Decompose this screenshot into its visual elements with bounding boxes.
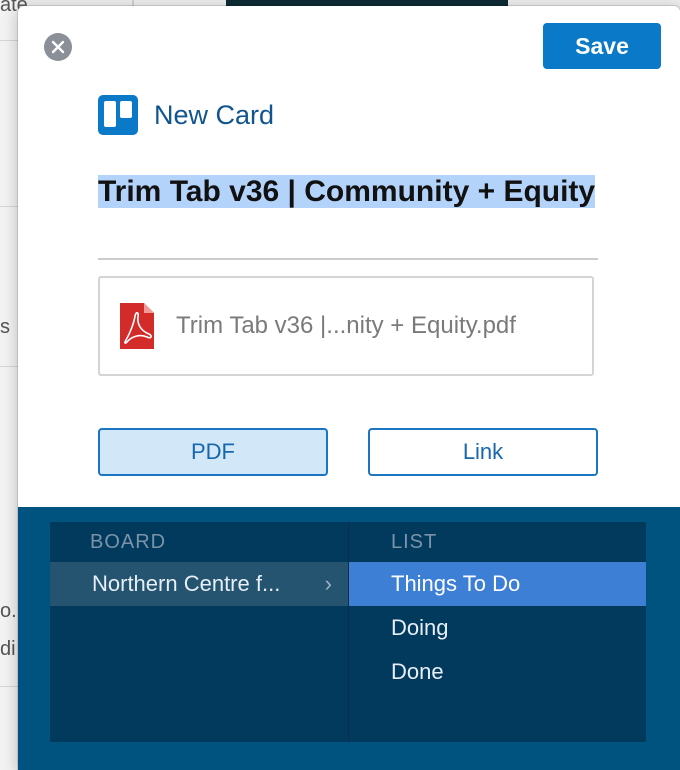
list-column-header: LIST (391, 531, 438, 553)
attachment-preview: Trim Tab v36 |...nity + Equity.pdf (98, 276, 594, 376)
board-column: BOARD Northern Centre f... › (50, 522, 349, 742)
board-item[interactable]: Northern Centre f... › (50, 562, 348, 606)
page-title: New Card (154, 99, 275, 130)
card-title-field[interactable]: Trim Tab v36 | Community + Equity (98, 174, 598, 260)
list-item-label: Things To Do (391, 571, 521, 596)
trello-logo-icon (98, 95, 138, 135)
background-text: o. (0, 600, 17, 622)
board-column-header: BOARD (90, 531, 167, 553)
board-item-label: Northern Centre f... (92, 571, 281, 596)
pdf-mode-button[interactable]: PDF (98, 428, 328, 476)
pdf-file-icon (120, 303, 154, 349)
list-column: LIST Things To Do Doing Done (349, 522, 646, 742)
list-item-done[interactable]: Done (349, 650, 646, 694)
destination-picker: BOARD Northern Centre f... › LIST Things… (50, 522, 646, 742)
background-text: s (0, 316, 10, 338)
card-title-text[interactable]: Trim Tab v36 | Community + Equity (98, 175, 596, 208)
attachment-filename: Trim Tab v36 |...nity + Equity.pdf (176, 312, 516, 339)
list-item-label: Doing (391, 615, 449, 640)
list-item-label: Done (391, 659, 444, 684)
sheet-header: New Card (98, 95, 274, 135)
close-icon (51, 40, 65, 54)
link-mode-button[interactable]: Link (368, 428, 598, 476)
list-item-doing[interactable]: Doing (349, 606, 646, 650)
close-button[interactable] (44, 33, 72, 61)
background-sidebar: ate s o. di (0, 0, 28, 770)
chevron-right-icon: › (324, 571, 332, 596)
list-item-things-to-do[interactable]: Things To Do (349, 562, 646, 606)
background-text: di (0, 638, 16, 660)
save-button[interactable]: Save (543, 23, 661, 69)
share-sheet: Save New Card Trim Tab v36 | Community +… (18, 6, 680, 770)
